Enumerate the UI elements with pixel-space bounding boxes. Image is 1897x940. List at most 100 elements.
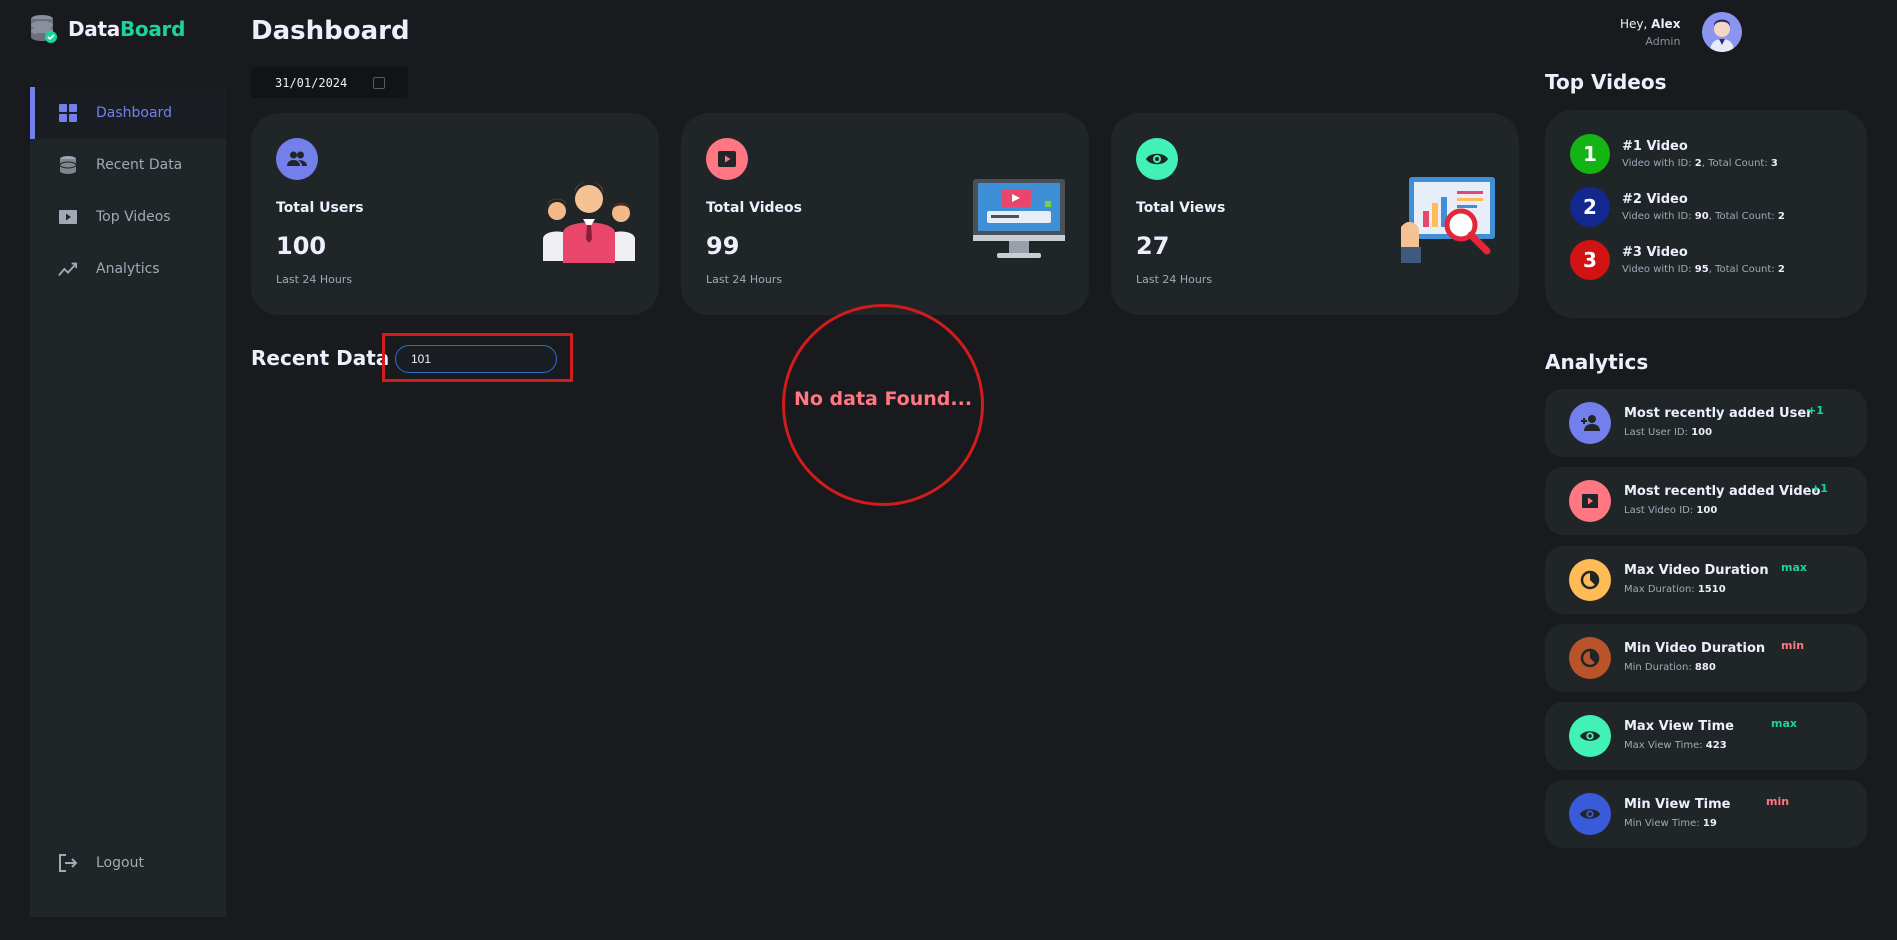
play-icon	[706, 138, 748, 180]
analytics-sub: Min View Time: 19	[1624, 818, 1717, 829]
timer-icon	[1569, 559, 1611, 601]
id-label: Video with ID:	[1622, 264, 1692, 275]
card-total-videos: Total Videos 99 Last 24 Hours	[681, 113, 1089, 315]
greeting-text: Hey,	[1620, 16, 1648, 31]
card-total-users: Total Users 100 Last 24 Hours	[251, 113, 659, 315]
card-value: 99	[706, 232, 740, 260]
search-input[interactable]	[395, 345, 557, 373]
database-logo-icon	[30, 14, 58, 44]
recent-data-title: Recent Data	[251, 346, 390, 370]
count-label: Total Count:	[1715, 211, 1775, 222]
no-data-message: No data Found...	[793, 388, 973, 410]
rank-badge: 1	[1570, 134, 1610, 174]
analytics-sub-label: Min Duration:	[1624, 662, 1692, 673]
user-role: Admin	[1645, 34, 1681, 48]
top-videos-panel: 1 #1 Video Video with ID: 2, Total Count…	[1545, 110, 1867, 318]
list-item[interactable]: 2 #2 Video Video with ID: 90, Total Coun…	[1570, 187, 1785, 227]
list-item[interactable]: 1 #1 Video Video with ID: 2, Total Count…	[1570, 134, 1778, 174]
avatar[interactable]	[1702, 12, 1743, 52]
analytics-title-text: Most recently added User	[1624, 406, 1813, 421]
top-videos-title: Top Videos	[1545, 70, 1667, 94]
logo-text-second: Board	[119, 17, 186, 41]
analytics-sub-value: 1510	[1697, 584, 1726, 595]
video-title: #3 Video	[1622, 245, 1688, 260]
sidebar-item-label: Analytics	[96, 261, 160, 277]
play-icon	[58, 207, 78, 227]
analytics-title-text: Min Video Duration	[1624, 641, 1766, 656]
analytics-sub-value: 880	[1694, 662, 1716, 673]
greeting: Hey, Alex	[1620, 17, 1680, 31]
sidebar-item-dashboard[interactable]: Dashboard	[30, 87, 226, 139]
video-info: #1 Video Video with ID: 2, Total Count: …	[1622, 139, 1778, 169]
logout-icon	[58, 853, 78, 873]
sidebar-item-top-videos[interactable]: Top Videos	[30, 191, 226, 243]
timer-icon	[1569, 637, 1611, 679]
user-profile[interactable]: Hey, Alex Admin	[1620, 12, 1743, 52]
sidebar: Dashboard Recent Data Top Videos Analyti…	[30, 87, 226, 917]
logo-text: DataBoard	[68, 17, 185, 41]
analytics-badge: min	[1781, 639, 1805, 652]
count-label: Total Count:	[1715, 264, 1775, 275]
video-sub: Video with ID: 2, Total Count: 3	[1622, 158, 1778, 169]
analytics-sub: Max View Time: 423	[1624, 740, 1727, 751]
analytics-sub-label: Last Video ID:	[1624, 505, 1694, 516]
sidebar-item-label: Top Videos	[96, 209, 171, 225]
analytics-item-recent-video[interactable]: Most recently added Video Last Video ID:…	[1545, 467, 1867, 535]
card-label: Total Videos	[706, 200, 802, 216]
video-count: 2	[1777, 264, 1785, 275]
analytics-title-text: Min View Time	[1624, 797, 1731, 812]
sidebar-item-analytics[interactable]: Analytics	[30, 243, 226, 295]
analytics-item-max-duration[interactable]: Max Video Duration Max Duration: 1510 ma…	[1545, 546, 1867, 614]
card-sub: Last 24 Hours	[276, 273, 353, 286]
card-sub: Last 24 Hours	[1136, 273, 1213, 286]
sidebar-item-label: Dashboard	[96, 105, 172, 121]
card-value: 100	[276, 232, 327, 260]
date-picker[interactable]: 31/01/2024	[251, 67, 408, 98]
video-id: 90	[1694, 211, 1709, 222]
count-label: Total Count:	[1708, 158, 1768, 169]
analytics-sub-value: 100	[1691, 427, 1713, 438]
eye-icon	[1569, 715, 1611, 757]
analytics-badge: max	[1771, 717, 1797, 730]
profile-info: Hey, Alex Admin	[1620, 17, 1680, 48]
analytics-item-min-duration[interactable]: Min Video Duration Min Duration: 880 min	[1545, 624, 1867, 692]
id-label: Video with ID:	[1622, 158, 1692, 169]
trend-icon	[58, 259, 78, 279]
analytics-sub-value: 423	[1705, 740, 1727, 751]
app-logo[interactable]: DataBoard	[30, 14, 185, 44]
analytics-sub-label: Max View Time:	[1624, 740, 1703, 751]
card-label: Total Users	[276, 200, 364, 216]
add-user-icon	[1569, 402, 1611, 444]
analytics-item-recent-user[interactable]: Most recently added User Last User ID: 1…	[1545, 389, 1867, 457]
analytics-sub: Last Video ID: 100	[1624, 505, 1717, 516]
sidebar-item-label: Recent Data	[96, 157, 183, 173]
search-highlight-frame	[382, 333, 573, 382]
page-title: Dashboard	[251, 16, 410, 46]
analytics-sub-label: Last User ID:	[1624, 427, 1688, 438]
card-sub: Last 24 Hours	[706, 273, 783, 286]
card-value: 27	[1136, 232, 1170, 260]
video-title: #2 Video	[1622, 192, 1688, 207]
analytics-sub-label: Max Duration:	[1624, 584, 1695, 595]
analytics-sub: Min Duration: 880	[1624, 662, 1716, 673]
video-count: 2	[1777, 211, 1785, 222]
rank-badge: 2	[1570, 187, 1610, 227]
eye-icon	[1136, 138, 1178, 180]
grid-icon	[58, 103, 78, 123]
analytics-badge: min	[1766, 795, 1790, 808]
sidebar-item-logout[interactable]: Logout	[30, 837, 226, 889]
video-info: #3 Video Video with ID: 95, Total Count:…	[1622, 245, 1785, 275]
video-id: 95	[1694, 264, 1709, 275]
calendar-icon[interactable]	[373, 76, 386, 89]
card-label: Total Views	[1136, 200, 1226, 216]
analytics-item-min-view-time[interactable]: Min View Time Min View Time: 19 min	[1545, 780, 1867, 848]
analytics-illustration	[1401, 175, 1497, 263]
analytics-title-text: Max View Time	[1624, 719, 1734, 734]
video-title: #1 Video	[1622, 139, 1688, 154]
analytics-item-max-view-time[interactable]: Max View Time Max View Time: 423 max	[1545, 702, 1867, 770]
list-item[interactable]: 3 #3 Video Video with ID: 95, Total Coun…	[1570, 240, 1785, 280]
video-sub: Video with ID: 95, Total Count: 2	[1622, 264, 1785, 275]
sidebar-item-recent-data[interactable]: Recent Data	[30, 139, 226, 191]
analytics-title-text: Max Video Duration	[1624, 563, 1769, 578]
monitor-illustration	[971, 175, 1067, 263]
